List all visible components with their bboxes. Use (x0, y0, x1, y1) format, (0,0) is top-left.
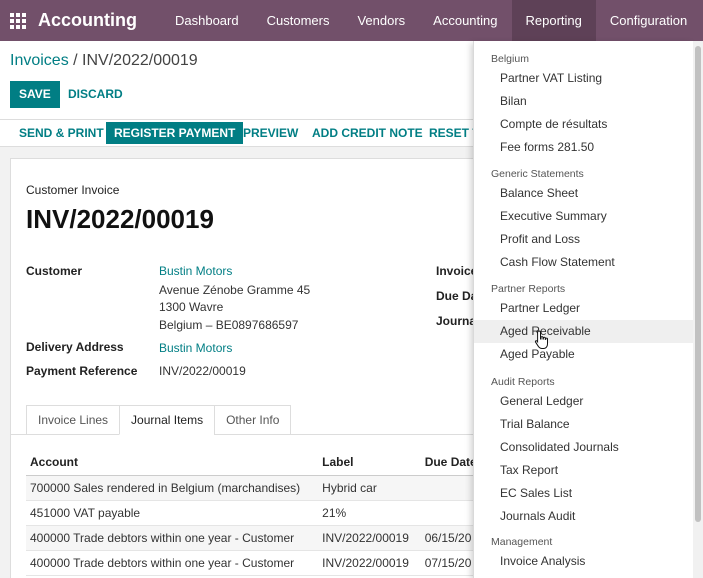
top-navbar: Accounting Dashboard Customers Vendors A… (0, 0, 703, 41)
menu-item-aged-payable[interactable]: Aged Payable (474, 343, 694, 366)
cell-account: 400000 Trade debtors within one year - C… (26, 525, 319, 551)
customer-link[interactable]: Bustin Motors (159, 264, 232, 278)
menu-item-journals-audit[interactable]: Journals Audit (474, 505, 694, 528)
tab-invoice-lines[interactable]: Invoice Lines (26, 405, 121, 435)
table-row[interactable]: 400000 Trade debtors within one year - C… (26, 525, 509, 551)
menu-item-partner-ledger[interactable]: Partner Ledger (474, 297, 694, 320)
customer-label: Customer (26, 264, 83, 278)
add-credit-note-button[interactable]: ADD CREDIT NOTE (304, 122, 431, 144)
cell-account: 400000 Trade debtors within one year - C… (26, 550, 319, 576)
menu-header-belgium: Belgium (491, 53, 529, 65)
menu-header-management: Management (491, 536, 553, 548)
menu-item-tax-report[interactable]: Tax Report (474, 459, 694, 482)
menu-item-general-ledger[interactable]: General Ledger (474, 390, 694, 413)
customer-address-line3: Belgium – BE0897686597 (159, 318, 299, 332)
menu-item-aged-receivable[interactable]: Aged Receivable (474, 320, 694, 343)
menu-item-invoice-analysis[interactable]: Invoice Analysis (474, 550, 694, 573)
preview-button[interactable]: PREVIEW (235, 122, 306, 144)
table-row[interactable]: 451000 VAT payable 21% (26, 500, 509, 526)
cell-label: INV/2022/00019 (318, 525, 421, 551)
delivery-address-label: Delivery Address (26, 340, 124, 354)
menu-item-ec-sales-list[interactable]: EC Sales List (474, 482, 694, 505)
invoice-form-sheet: Customer Invoice INV/2022/00019 Customer… (10, 158, 511, 578)
apps-grid-icon[interactable] (10, 12, 26, 29)
menu-header-generic-statements: Generic Statements (491, 168, 584, 180)
nav-configuration[interactable]: Configuration (596, 0, 701, 41)
customer-address-line1: Avenue Zénobe Gramme 45 (159, 283, 311, 297)
nav-customers[interactable]: Customers (253, 0, 344, 41)
tab-other-info[interactable]: Other Info (214, 405, 292, 435)
breadcrumb-current: INV/2022/00019 (82, 52, 198, 69)
cell-label: Hybrid car (318, 475, 421, 501)
cell-account: 451000 VAT payable (26, 500, 319, 526)
notebook-tabs: Invoice Lines Journal Items Other Info (26, 405, 292, 435)
cell-account: 700000 Sales rendered in Belgium (marcha… (26, 475, 319, 501)
cell-label: INV/2022/00019 (318, 550, 421, 576)
nav-accounting[interactable]: Accounting (419, 0, 511, 41)
payment-reference-value[interactable]: INV/2022/00019 (159, 364, 246, 378)
register-payment-button[interactable]: REGISTER PAYMENT (106, 122, 244, 144)
column-header-label[interactable]: Label (318, 449, 421, 476)
discard-button[interactable]: DISCARD (59, 81, 132, 108)
menu-item-fee-forms[interactable]: Fee forms 281.50 (474, 136, 694, 159)
menu-item-executive-summary[interactable]: Executive Summary (474, 205, 694, 228)
nav-reporting[interactable]: Reporting (511, 0, 596, 41)
save-button[interactable]: SAVE (10, 81, 60, 108)
menu-item-compte-de-resultats[interactable]: Compte de résultats (474, 113, 694, 136)
nav-dashboard[interactable]: Dashboard (161, 0, 253, 41)
invoice-date-label: Invoice (436, 264, 478, 278)
reporting-dropdown-menu: Belgium Partner VAT Listing Bilan Compte… (473, 41, 694, 578)
menu-item-bilan[interactable]: Bilan (474, 90, 694, 113)
payment-reference-label: Payment Reference (26, 364, 138, 378)
delivery-address-link[interactable]: Bustin Motors (159, 341, 232, 355)
menu-item-cash-flow-statement[interactable]: Cash Flow Statement (474, 251, 694, 274)
customer-address-line2: 1300 Wavre (159, 300, 224, 314)
menu-item-consolidated-journals[interactable]: Consolidated Journals (474, 436, 694, 459)
tab-journal-items[interactable]: Journal Items (119, 405, 216, 435)
journal-items-table: Account Label Due Date 700000 Sales rend… (26, 449, 509, 576)
breadcrumb-separator: / (68, 52, 83, 69)
cell-label: 21% (318, 500, 421, 526)
column-header-account[interactable]: Account (26, 449, 319, 476)
menu-header-audit-reports: Audit Reports (491, 376, 555, 388)
invoice-title: INV/2022/00019 (26, 204, 214, 234)
menu-item-profit-and-loss[interactable]: Profit and Loss (474, 228, 694, 251)
breadcrumb: Invoices / INV/2022/00019 (10, 52, 198, 70)
hand-cursor-icon (534, 330, 548, 349)
menu-item-partner-vat-listing[interactable]: Partner VAT Listing (474, 67, 694, 90)
due-date-label: Due Da (436, 289, 478, 303)
table-row[interactable]: 400000 Trade debtors within one year - C… (26, 550, 509, 576)
send-print-button[interactable]: SEND & PRINT (11, 122, 112, 144)
table-row[interactable]: 700000 Sales rendered in Belgium (marcha… (26, 475, 509, 501)
menu-item-trial-balance[interactable]: Trial Balance (474, 413, 694, 436)
table-header-row: Account Label Due Date (26, 449, 509, 476)
menu-item-balance-sheet[interactable]: Balance Sheet (474, 182, 694, 205)
app-brand[interactable]: Accounting (38, 10, 137, 31)
dropdown-scrollbar-thumb[interactable] (695, 46, 701, 522)
document-type: Customer Invoice (26, 183, 120, 197)
menu-header-partner-reports: Partner Reports (491, 283, 566, 295)
nav-vendors[interactable]: Vendors (343, 0, 419, 41)
breadcrumb-invoices-link[interactable]: Invoices (10, 52, 69, 69)
journal-label: Journa (436, 314, 477, 328)
